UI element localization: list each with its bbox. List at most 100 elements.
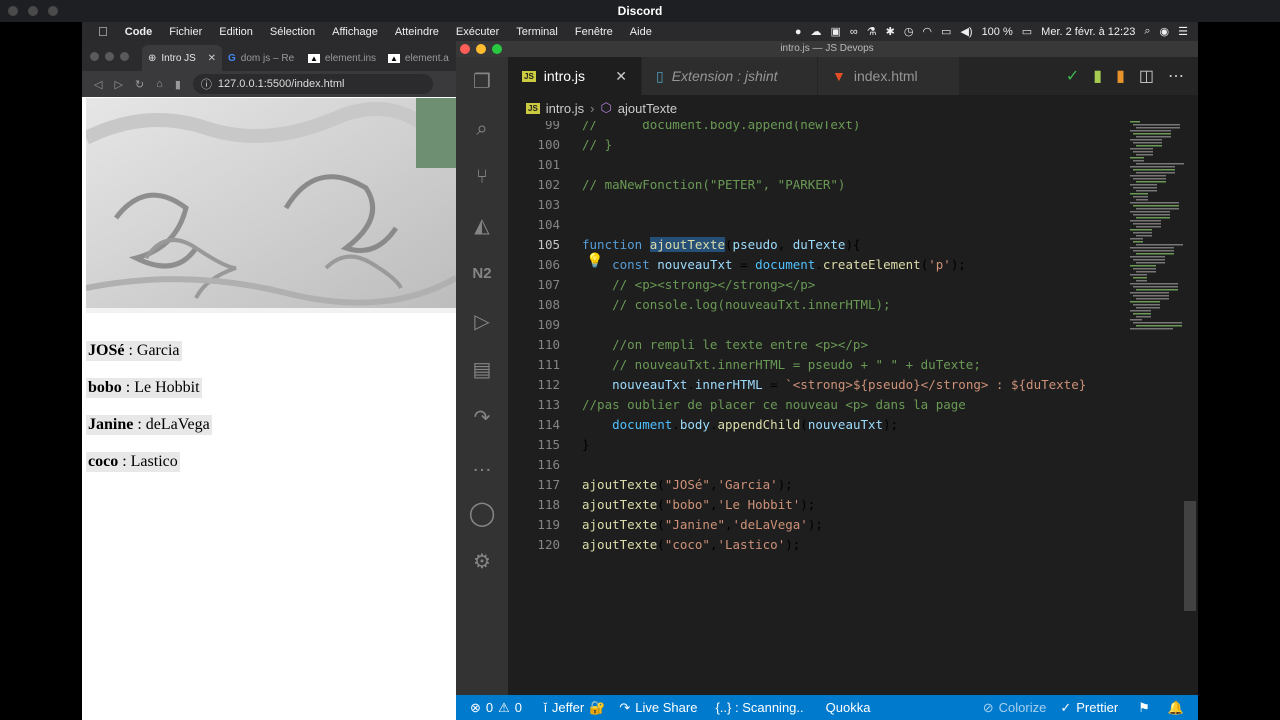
code-line[interactable]: 119 ajoutTexte("Janine",'deLaVega'); xyxy=(508,515,1108,535)
code-line[interactable]: 111 // nouveauTxt.innerHTML = pseudo + "… xyxy=(508,355,1108,375)
problems-indicator[interactable]: ⊗ 0 ⚠ 0 xyxy=(470,700,522,716)
close-button[interactable] xyxy=(8,6,18,16)
browser-tab-element-a[interactable]: ▲ element.a xyxy=(382,45,456,71)
code-line[interactable]: 114 document.body.appendChild(nouveauTxt… xyxy=(508,415,1108,435)
tab-close-icon[interactable]: ✕ xyxy=(615,68,627,85)
menu-fenetre[interactable]: Fenêtre xyxy=(575,26,613,38)
code-line[interactable]: 107 // <p><strong></strong></p> xyxy=(508,275,1108,295)
browser-tab-element-ins[interactable]: ▲ element.ins xyxy=(302,45,382,71)
gitlab-icon[interactable]: ◭ xyxy=(456,201,508,249)
settings-gear-icon[interactable]: ⚙ xyxy=(456,537,508,585)
tab-extension-jshint[interactable]: ▯ Extension : jshint xyxy=(642,57,818,95)
colorize-status[interactable]: ⊘ Colorize xyxy=(983,700,1047,716)
code-line[interactable]: 102 // maNewFonction("PETER", "PARKER") xyxy=(508,175,1108,195)
tab-index-html[interactable]: ▼ index.html xyxy=(818,57,960,95)
tab-intro-js[interactable]: JS intro.js ✕ xyxy=(508,57,642,95)
bookmark-icon[interactable]: ▮ xyxy=(175,78,181,91)
n2-icon[interactable]: N2 xyxy=(456,249,508,297)
menu-selection[interactable]: Sélection xyxy=(270,26,315,38)
account-status[interactable]: ǐ Jeffer 🔐 xyxy=(544,700,605,716)
bluetooth-icon[interactable]: ✱ xyxy=(886,25,895,38)
check-icon[interactable]: ✓ xyxy=(1066,66,1079,86)
zoom-button[interactable] xyxy=(48,6,58,16)
glasses-icon[interactable]: ∞ xyxy=(850,26,858,38)
browser-close-button[interactable] xyxy=(90,51,99,61)
address-bar[interactable]: ⓘ 127.0.0.1:5500/index.html xyxy=(192,74,433,94)
code-line[interactable]: 113 //pas oublier de placer ce nouveau <p… xyxy=(508,395,1108,415)
more-actions-icon[interactable]: ⋯ xyxy=(1168,66,1184,86)
menu-atteindre[interactable]: Atteindre xyxy=(395,26,439,38)
split-editor-icon[interactable]: ◫ xyxy=(1139,66,1154,86)
orange-book-icon[interactable]: ▮ xyxy=(1116,66,1125,86)
feedback-icon[interactable]: ⚑ xyxy=(1138,700,1150,716)
code-line[interactable]: 115} xyxy=(508,435,1108,455)
browser-tab-intro-js[interactable]: ⊕ Intro JS ✕ xyxy=(142,45,222,71)
run-debug-icon[interactable]: ▷ xyxy=(456,297,508,345)
menu-aide[interactable]: Aide xyxy=(630,26,652,38)
menu-terminal[interactable]: Terminal xyxy=(516,26,558,38)
remote-explorer-icon[interactable]: ▤ xyxy=(456,345,508,393)
live-share-status[interactable]: ↷ Live Share xyxy=(619,700,697,716)
reload-icon[interactable]: ↻ xyxy=(135,78,144,91)
spotlight-search-icon[interactable]: ⌕ xyxy=(1144,25,1150,38)
quokka-status[interactable]: Quokka xyxy=(826,700,871,715)
code-line[interactable]: 117 ajoutTexte("JOSé",'Garcia'); xyxy=(508,475,1108,495)
control-center-icon[interactable]: ☰ xyxy=(1178,25,1188,38)
browser-zoom-button[interactable] xyxy=(120,51,129,61)
clock-datetime[interactable]: Mer. 2 févr. à 12:23 xyxy=(1041,26,1135,38)
code-line[interactable]: 101 xyxy=(508,155,1108,175)
code-line[interactable]: 99 // document.body.append(newText) xyxy=(508,121,1108,135)
vscode-minimize-button[interactable] xyxy=(476,44,486,54)
code-line[interactable]: 108 // console.log(nouveauTxt.innerHTML)… xyxy=(508,295,1108,315)
menu-app-code[interactable]: Code xyxy=(125,26,153,38)
cloud-icon[interactable]: ☁ xyxy=(810,25,821,38)
vertical-scrollbar[interactable] xyxy=(1184,501,1196,611)
code-line[interactable]: 104 xyxy=(508,215,1108,235)
code-line[interactable]: 109 xyxy=(508,315,1108,335)
vscode-close-button[interactable] xyxy=(460,44,470,54)
battery-icon[interactable]: ▭ xyxy=(1022,25,1032,38)
prettier-status[interactable]: ✓ Prettier xyxy=(1060,700,1118,716)
code-editor[interactable]: 99 // document.body.append(newText) 100 // … xyxy=(508,121,1108,695)
breadcrumb-symbol[interactable]: ajoutTexte xyxy=(618,101,677,116)
code-line[interactable]: 118 ajoutTexte("bobo",'Le Hobbit'); xyxy=(508,495,1108,515)
explorer-icon[interactable]: ❐ xyxy=(456,57,508,105)
airplay-icon[interactable]: ▭ xyxy=(941,25,951,38)
record-icon[interactable]: ● xyxy=(795,26,802,38)
code-line[interactable]: 105 function ajoutTexte(pseudo, duTexte){ xyxy=(508,235,1108,255)
more-icon[interactable]: … xyxy=(456,441,508,489)
minimize-button[interactable] xyxy=(28,6,38,16)
browser-minimize-button[interactable] xyxy=(105,51,114,61)
browser-tab-dom-js[interactable]: G dom js – Re xyxy=(222,45,302,71)
history-icon[interactable]: ◷ xyxy=(904,25,914,38)
minimap[interactable] xyxy=(1128,121,1186,341)
forward-icon[interactable]: ▷ xyxy=(114,78,122,91)
notifications-bell-icon[interactable]: 🔔 xyxy=(1168,700,1184,716)
source-control-icon[interactable]: ⑂ xyxy=(456,153,508,201)
apple-icon[interactable]:  xyxy=(98,24,108,39)
code-line[interactable]: 112 nouveauTxt.innerHTML = `<strong>${ps… xyxy=(508,375,1108,395)
menu-fichier[interactable]: Fichier xyxy=(169,26,202,38)
flask-icon[interactable]: ⚗ xyxy=(867,25,877,38)
home-icon[interactable]: ⌂ xyxy=(156,78,163,90)
vscode-zoom-button[interactable] xyxy=(492,44,502,54)
wifi-icon[interactable]: ◠ xyxy=(922,25,932,38)
live-share-icon[interactable]: ↷ xyxy=(456,393,508,441)
code-line[interactable]: 116 xyxy=(508,455,1108,475)
lightbulb-icon[interactable]: 💡 xyxy=(586,253,603,269)
search-icon[interactable]: ⌕ xyxy=(456,105,508,153)
volume-icon[interactable]: ◀) xyxy=(960,25,972,38)
scanning-status[interactable]: {..} : Scanning.. xyxy=(715,700,803,715)
tab-close-icon[interactable]: ✕ xyxy=(208,53,216,64)
box-icon[interactable]: ▣ xyxy=(830,25,840,38)
account-icon[interactable]: ◯ xyxy=(456,489,508,537)
menu-edition[interactable]: Edition xyxy=(219,26,253,38)
code-line[interactable]: 120 ajoutTexte("coco",'Lastico'); xyxy=(508,535,1108,555)
code-line[interactable]: 103 xyxy=(508,195,1108,215)
siri-icon[interactable]: ◉ xyxy=(1160,25,1170,38)
menu-executer[interactable]: Exécuter xyxy=(456,26,499,38)
green-book-icon[interactable]: ▮ xyxy=(1093,66,1102,86)
code-line[interactable]: 110 //on rempli le texte entre <p></p> xyxy=(508,335,1108,355)
menu-affichage[interactable]: Affichage xyxy=(332,26,378,38)
breadcrumb-file[interactable]: intro.js xyxy=(546,101,584,116)
